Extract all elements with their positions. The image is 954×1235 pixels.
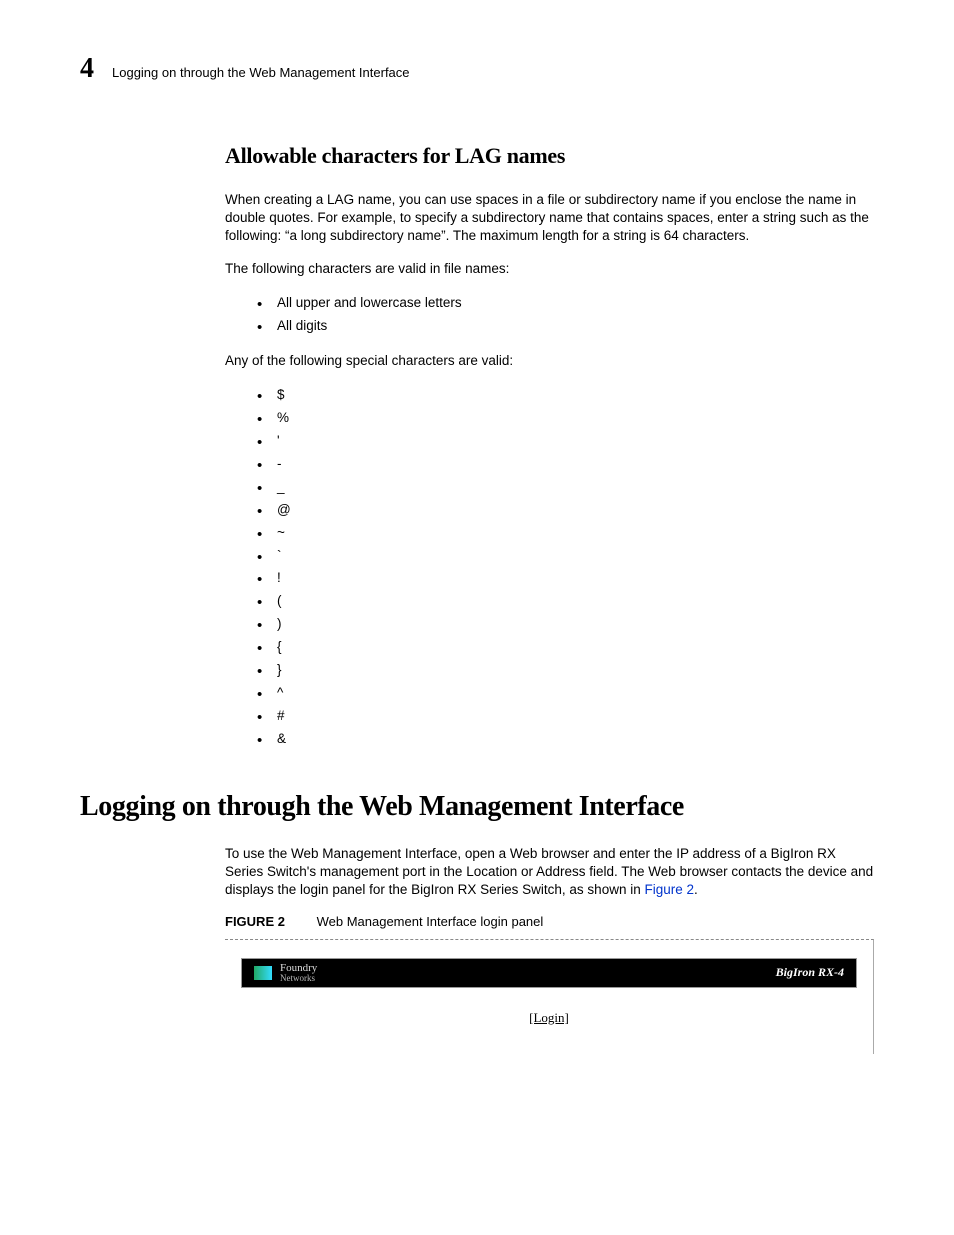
- list-item: `: [277, 545, 874, 568]
- foundry-logo-icon: [254, 966, 272, 980]
- special-chars-list: $ % ' - _ @ ~ ` ! ( ) { } ^ # &: [225, 384, 874, 751]
- list-item: %: [277, 407, 874, 430]
- list-item: ^: [277, 682, 874, 705]
- section-heading-logging: Logging on through the Web Management In…: [80, 791, 874, 823]
- list-item: -: [277, 453, 874, 476]
- list-item: @: [277, 499, 874, 522]
- page-header: 4 Logging on through the Web Management …: [80, 55, 874, 83]
- list-item: #: [277, 705, 874, 728]
- para-login-intro: To use the Web Management Interface, ope…: [225, 845, 874, 900]
- para-special-intro: Any of the following special characters …: [225, 352, 874, 370]
- figure-caption: FIGURE 2 Web Management Interface login …: [225, 914, 874, 929]
- list-item: !: [277, 567, 874, 590]
- list-item: ': [277, 430, 874, 453]
- text-span: .: [694, 882, 698, 897]
- para-valid-intro: The following characters are valid in fi…: [225, 260, 874, 278]
- login-link[interactable]: [Login]: [529, 1010, 569, 1025]
- section-heading-allowable: Allowable characters for LAG names: [225, 143, 874, 169]
- list-item: ): [277, 613, 874, 636]
- list-item: (: [277, 590, 874, 613]
- para-intro: When creating a LAG name, you can use sp…: [225, 191, 874, 246]
- login-banner: Foundry Networks BigIron RX-4: [241, 958, 857, 988]
- figure-login-panel: Foundry Networks BigIron RX-4 [Login]: [225, 939, 874, 1054]
- figure-number: FIGURE 2: [225, 914, 285, 929]
- model-label: BigIron RX-4: [776, 965, 844, 980]
- list-item: _: [277, 476, 874, 499]
- login-link-row: [Login]: [235, 1010, 863, 1026]
- brand-line2: Networks: [280, 973, 315, 983]
- text-span: To use the Web Management Interface, ope…: [225, 846, 873, 897]
- list-item: All upper and lowercase letters: [277, 292, 874, 315]
- header-title: Logging on through the Web Management In…: [112, 65, 410, 80]
- valid-chars-list: All upper and lowercase letters All digi…: [225, 292, 874, 338]
- chapter-number: 4: [80, 55, 94, 83]
- list-item: ~: [277, 522, 874, 545]
- list-item: &: [277, 728, 874, 751]
- banner-brand: Foundry Networks: [254, 963, 317, 983]
- figure-title: Web Management Interface login panel: [317, 914, 544, 929]
- figure-link[interactable]: Figure 2: [644, 882, 694, 897]
- list-item: All digits: [277, 315, 874, 338]
- list-item: }: [277, 659, 874, 682]
- brand-text: Foundry Networks: [280, 963, 317, 983]
- list-item: {: [277, 636, 874, 659]
- list-item: $: [277, 384, 874, 407]
